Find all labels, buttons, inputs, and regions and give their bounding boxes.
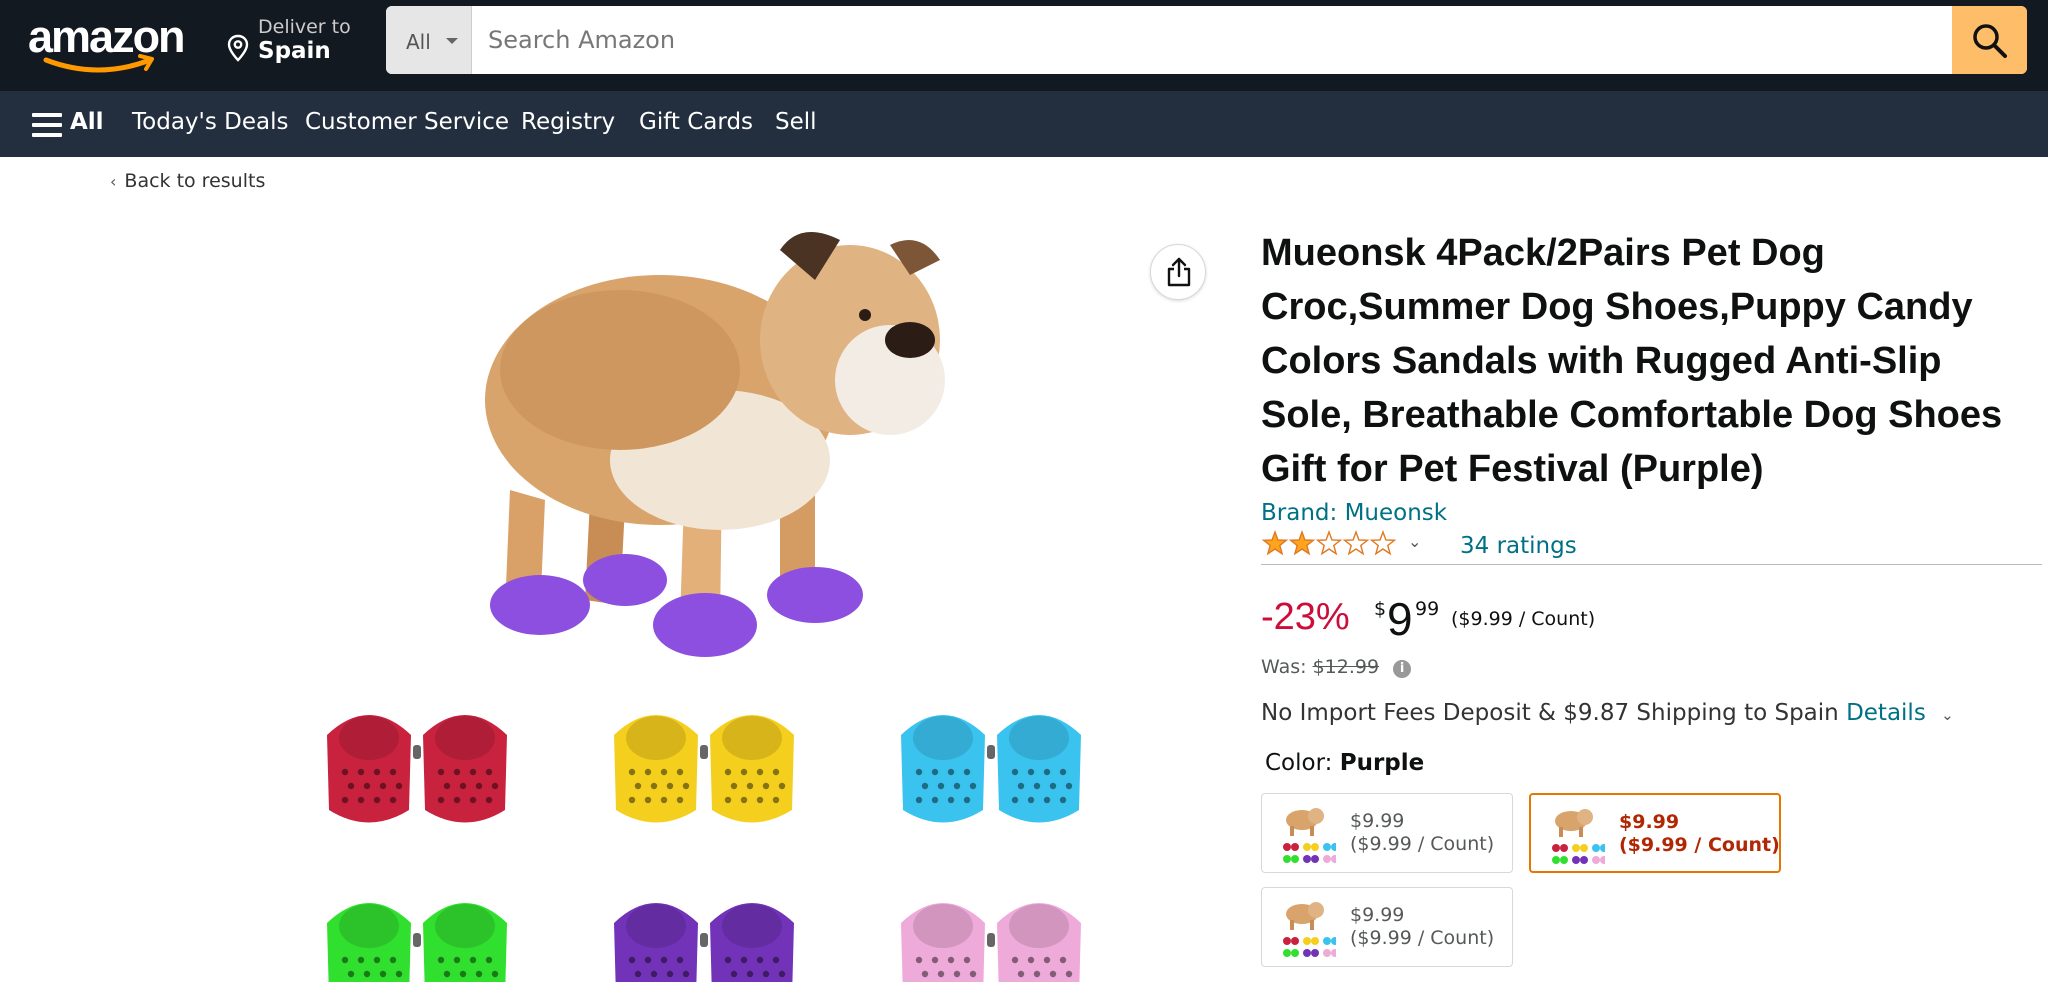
search-input[interactable] [472, 6, 1938, 74]
star-empty-icon [1315, 530, 1343, 556]
back-to-results-link[interactable]: ‹ Back to results [110, 170, 265, 192]
sub-navigation: All Today's Deals Customer Service Regis… [0, 91, 2048, 157]
price-per-unit: ($9.99 / Count) [1451, 608, 1596, 630]
swatch-price: $9.99 [1350, 810, 1405, 832]
chevron-left-icon: ‹ [110, 172, 117, 191]
product-thumbnail-yellow[interactable] [604, 690, 804, 840]
star-filled-icon [1288, 530, 1316, 556]
product-thumbnail-blue[interactable] [891, 690, 1091, 840]
discount-percent: -23% [1261, 596, 1350, 638]
color-swatch-option[interactable]: $9.99 ($9.99 / Count) [1261, 887, 1513, 967]
nav-link-todays-deals[interactable]: Today's Deals [132, 109, 288, 135]
location-pin-icon [227, 34, 249, 62]
star-rating[interactable] [1261, 530, 1401, 560]
shipping-text: No Import Fees Deposit & $9.87 Shipping … [1261, 700, 1839, 726]
deliver-label: Deliver to [258, 16, 351, 38]
product-thumbnail-pink[interactable] [891, 878, 1091, 982]
swatch-price: $9.99 [1619, 811, 1680, 833]
back-to-results-label: Back to results [124, 170, 266, 192]
swatch-thumbnail-image [1283, 902, 1336, 957]
search-button[interactable] [1952, 6, 2027, 74]
swatch-unit-price: ($9.99 / Count) [1350, 833, 1495, 855]
amazon-logo[interactable]: amazon [28, 11, 196, 73]
nav-link-gift-cards[interactable]: Gift Cards [639, 109, 753, 135]
product-thumbnail-purple[interactable] [604, 878, 804, 982]
deliver-to-location[interactable]: Deliver to Spain [226, 14, 366, 70]
price-fraction: 99 [1415, 598, 1440, 620]
swatch-unit-price: ($9.99 / Count) [1619, 834, 1780, 856]
product-thumbnail-red[interactable] [317, 690, 517, 840]
search-bar: All [386, 6, 2027, 74]
nav-link-customer-service[interactable]: Customer Service [305, 109, 509, 135]
info-icon[interactable]: i [1393, 660, 1412, 678]
all-menu-label: All [70, 109, 104, 135]
was-price-row: Was: $12.99 i [1261, 656, 1412, 678]
search-icon [1973, 24, 2007, 58]
currency-symbol: $ [1374, 598, 1387, 620]
price-whole: 9 [1387, 593, 1413, 645]
color-swatch-option-selected[interactable]: $9.99 ($9.99 / Count) [1529, 793, 1781, 873]
share-icon [1167, 257, 1191, 287]
shipping-details-link[interactable]: Details [1846, 700, 1926, 726]
logo-text: amazon [28, 11, 186, 62]
ratings-count-link[interactable]: 34 ratings [1460, 533, 1577, 559]
star-filled-icon [1261, 530, 1289, 556]
caret-down-icon [446, 38, 458, 44]
top-header: amazon Deliver to Spain All [0, 0, 2048, 91]
swatch-thumbnail-image [1552, 809, 1605, 864]
nav-link-sell[interactable]: Sell [775, 109, 817, 135]
chevron-down-icon[interactable]: ⌄ [1408, 532, 1421, 551]
product-thumbnail-green[interactable] [317, 878, 517, 982]
color-swatch-option[interactable]: $9.99 ($9.99 / Count) [1261, 793, 1513, 873]
nav-link-registry[interactable]: Registry [521, 109, 615, 135]
selected-color-value: Purple [1339, 750, 1425, 776]
color-label: Color: [1265, 750, 1333, 776]
product-title: Mueonsk 4Pack/2Pairs Pet Dog Croc,Summer… [1261, 232, 2003, 490]
hamburger-icon [32, 113, 62, 137]
deliver-country: Spain [258, 38, 331, 64]
main-product-image[interactable] [470, 220, 970, 670]
brand-link[interactable]: Brand: Mueonsk [1261, 500, 1447, 526]
swatch-unit-price: ($9.99 / Count) [1350, 927, 1495, 949]
share-button[interactable] [1150, 244, 1206, 300]
swatch-thumbnail-image [1283, 808, 1336, 863]
divider [1261, 564, 2042, 565]
star-empty-icon [1369, 530, 1397, 556]
star-empty-icon [1342, 530, 1370, 556]
search-department-label: All [406, 30, 431, 54]
swatch-price: $9.99 [1350, 904, 1405, 926]
search-department-dropdown[interactable]: All [386, 6, 472, 74]
chevron-down-icon[interactable]: ⌄ [1941, 706, 1954, 724]
color-selector-label: Color: Purple [1265, 750, 1424, 776]
logo-smile-icon [43, 54, 154, 73]
was-price: $12.99 [1312, 656, 1380, 678]
was-label: Was: [1261, 656, 1307, 678]
shipping-info: No Import Fees Deposit & $9.87 Shipping … [1261, 700, 1954, 726]
purple-dog-shoes [490, 554, 863, 657]
